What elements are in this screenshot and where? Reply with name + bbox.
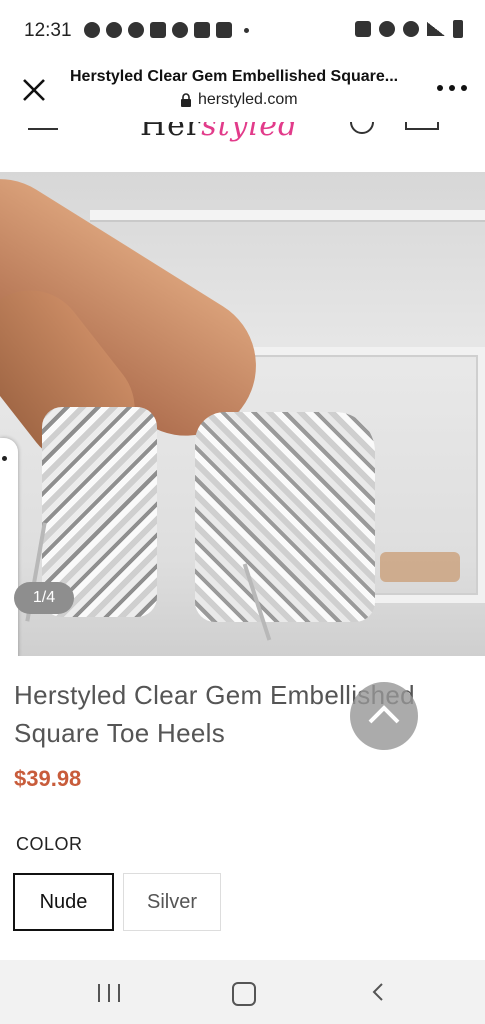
status-bar: 12:31: [0, 0, 485, 62]
color-option-nude[interactable]: Nude: [13, 873, 114, 931]
mail-icon: [194, 22, 210, 38]
wifi-icon: [403, 21, 419, 37]
chevron-up-icon: [368, 705, 400, 724]
status-time: 12:31: [24, 20, 72, 41]
recents-icon[interactable]: [98, 984, 120, 1002]
side-panel-tab[interactable]: ): [0, 438, 18, 656]
system-icons: [355, 20, 463, 38]
hamburger-menu-icon[interactable]: [28, 122, 58, 130]
search-icon[interactable]: [350, 122, 374, 134]
navigation-bar: [0, 960, 485, 1024]
battery-icon: [453, 20, 463, 38]
site-header: Herstyled: [0, 122, 485, 172]
product-price: $39.98: [14, 766, 82, 791]
signal-icon: [427, 22, 445, 36]
image-counter: 1/4: [14, 582, 74, 614]
back-icon[interactable]: [372, 982, 384, 1002]
color-option-silver[interactable]: Silver: [123, 873, 221, 931]
url-text: herstyled.com: [198, 91, 298, 108]
close-icon[interactable]: [18, 72, 52, 106]
url-display[interactable]: herstyled.com: [180, 91, 298, 109]
calendar-icon: [216, 22, 232, 38]
snapchat-icon: [84, 22, 100, 38]
alarm-icon: [355, 21, 371, 37]
browser-header: Herstyled Clear Gem Embellished Square..…: [0, 62, 485, 123]
page-title: Herstyled Clear Gem Embellished Square..…: [70, 68, 399, 85]
more-options-icon[interactable]: [437, 82, 467, 94]
bell-icon: [172, 22, 188, 38]
cart-icon[interactable]: [405, 122, 439, 130]
lock-icon: [181, 93, 191, 107]
more-notifications-dot: [244, 28, 249, 33]
youtube-icon: [150, 22, 166, 38]
toe-strap: [380, 552, 460, 582]
mute-icon: [379, 21, 395, 37]
wall-rail: [90, 210, 485, 222]
notification-icons: [84, 22, 249, 38]
boot-front: [195, 412, 375, 622]
home-icon[interactable]: [232, 982, 256, 1006]
scroll-to-top-button[interactable]: [350, 682, 418, 750]
facebook-icon: [106, 22, 122, 38]
site-logo[interactable]: Herstyled: [140, 122, 298, 143]
facebook-icon: [128, 22, 144, 38]
color-label: COLOR: [16, 834, 83, 854]
product-image[interactable]: ) 1/4: [0, 172, 485, 656]
